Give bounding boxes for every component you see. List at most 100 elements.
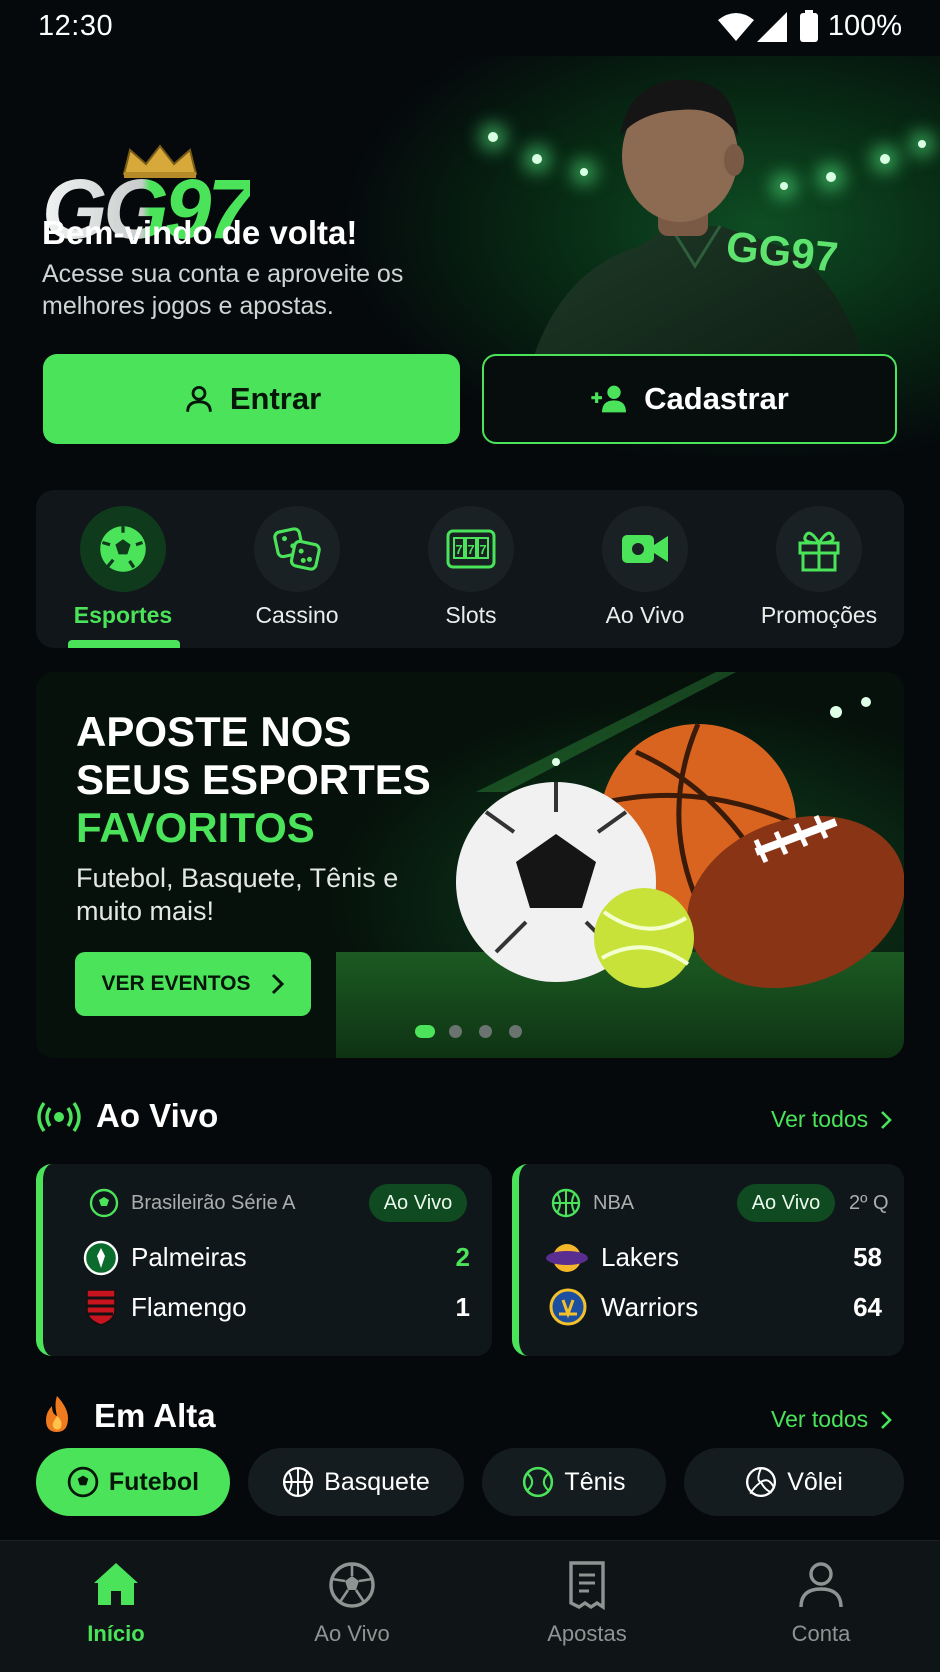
- basketball-icon: [551, 1188, 581, 1218]
- fire-icon: [46, 1396, 68, 1432]
- category-label: Cassino: [255, 602, 339, 628]
- login-button[interactable]: Entrar: [43, 354, 460, 444]
- nav-label: Início: [87, 1621, 145, 1646]
- chevron-right-icon: [881, 1410, 893, 1429]
- register-button[interactable]: Cadastrar: [482, 354, 897, 444]
- promo-banner[interactable]: APOSTE NOS SEUS ESPORTES FAVORITOS Futeb…: [36, 672, 904, 1058]
- match-period: 2º Q: [849, 1192, 889, 1214]
- carousel-dot[interactable]: [449, 1025, 462, 1038]
- category-tabs: Esportes Cassino 7 7 7 Slots Ao Vivo Pro…: [36, 490, 904, 648]
- filter-chip-basquete[interactable]: Basquete: [248, 1448, 464, 1516]
- see-all-label: Ver todos: [771, 1406, 869, 1432]
- league-name: NBA: [593, 1192, 635, 1214]
- svg-text:7: 7: [479, 542, 486, 557]
- slot-machine-icon: 7 7 7: [446, 529, 496, 569]
- flamengo-crest-icon: [86, 1289, 116, 1326]
- team-name: Palmeiras: [131, 1242, 247, 1272]
- svg-text:7: 7: [455, 542, 462, 557]
- chip-label: Vôlei: [787, 1467, 843, 1496]
- category-label: Promoções: [760, 602, 878, 628]
- team-name: Flamengo: [131, 1292, 247, 1322]
- carousel-dot[interactable]: [479, 1025, 492, 1038]
- view-events-label: VER EVENTOS: [101, 972, 251, 995]
- warriors-logo-icon: [549, 1288, 587, 1326]
- nav-label: Ao Vivo: [314, 1621, 390, 1646]
- home-icon: [94, 1563, 138, 1605]
- soccer-ball-icon: [89, 1188, 119, 1218]
- nav-label: Conta: [791, 1621, 851, 1646]
- battery-icon: [800, 10, 818, 42]
- live-badge: Ao Vivo: [369, 1184, 467, 1222]
- nav-inicio[interactable]: Início: [26, 1559, 206, 1647]
- carousel-dot[interactable]: [509, 1025, 522, 1038]
- trending-see-all-link[interactable]: Ver todos: [771, 1406, 893, 1433]
- wifi-icon: [718, 13, 754, 41]
- status-bar: 12:30 100%: [0, 0, 940, 56]
- trending-section-title: Em Alta: [94, 1397, 216, 1434]
- chevron-right-icon: [271, 973, 284, 995]
- live-badge: Ao Vivo: [737, 1184, 835, 1222]
- chip-label: Futebol: [108, 1467, 200, 1496]
- nav-label: Apostas: [547, 1621, 627, 1646]
- login-label: Entrar: [229, 381, 322, 416]
- bet-slip-icon: [569, 1561, 605, 1611]
- banner-title-highlight: FAVORITOS: [76, 804, 315, 851]
- battery-percentage: 100%: [827, 10, 902, 42]
- category-promocoes[interactable]: Promoções: [732, 506, 906, 648]
- sports-balls-illustration: [456, 723, 904, 989]
- live-match-card[interactable]: NBA Ao Vivo 2º Q Lakers 58 Warriors 64: [512, 1164, 904, 1356]
- team-score: 58: [853, 1242, 882, 1272]
- status-time: 12:30: [38, 10, 114, 42]
- nav-conta[interactable]: Conta: [731, 1559, 911, 1647]
- chip-label: Basquete: [324, 1467, 430, 1496]
- soccer-ball-icon: [67, 1466, 99, 1498]
- basketball-icon: [283, 1466, 314, 1498]
- banner-subtitle: Futebol, Basquete, Tênis e muito mais!: [76, 863, 399, 926]
- see-all-label: Ver todos: [771, 1106, 869, 1132]
- palmeiras-crest-icon: [83, 1240, 119, 1276]
- filter-chip-volei[interactable]: Vôlei: [684, 1448, 904, 1516]
- bottom-navigation: Início Ao Vivo Apostas Conta: [0, 1540, 940, 1672]
- user-account-icon: [799, 1562, 843, 1608]
- lakers-logo-icon: [546, 1244, 588, 1272]
- category-esportes[interactable]: Esportes: [36, 506, 210, 648]
- category-label: Ao Vivo: [605, 602, 685, 628]
- svg-text:7: 7: [467, 542, 474, 557]
- gift-icon: [798, 531, 840, 572]
- league-name: Brasileirão Série A: [131, 1192, 296, 1214]
- team-score: 64: [853, 1292, 882, 1322]
- add-user-icon: [591, 385, 627, 413]
- category-cassino[interactable]: Cassino: [210, 506, 384, 648]
- nav-ao-vivo[interactable]: Ao Vivo: [262, 1559, 442, 1647]
- filter-chip-futebol[interactable]: Futebol: [36, 1448, 230, 1516]
- volleyball-icon: [746, 1466, 777, 1498]
- chip-label: Tênis: [564, 1467, 626, 1496]
- welcome-heading: Bem-vindo de volta!: [42, 214, 358, 251]
- live-match-card[interactable]: Brasileirão Série A Ao Vivo Palmeiras 2 …: [36, 1164, 492, 1356]
- live-broadcast-icon: [37, 1102, 81, 1132]
- live-see-all-link[interactable]: Ver todos: [771, 1106, 893, 1133]
- carousel-dot-active[interactable]: [415, 1025, 435, 1038]
- team-score: 1: [455, 1292, 470, 1322]
- view-events-button[interactable]: VER EVENTOS: [75, 952, 311, 1016]
- banner-title-line1: APOSTE NOS: [76, 708, 352, 755]
- live-section-title: Ao Vivo: [96, 1097, 219, 1134]
- nav-apostas[interactable]: Apostas: [497, 1559, 677, 1647]
- category-ao-vivo[interactable]: Ao Vivo: [558, 506, 732, 648]
- team-name: Lakers: [601, 1242, 680, 1272]
- category-slots[interactable]: 7 7 7 Slots: [384, 506, 558, 648]
- soccer-ball-icon: [329, 1562, 375, 1608]
- banner-title-line2: SEUS ESPORTES: [76, 756, 431, 803]
- user-icon: [186, 385, 212, 412]
- category-label: Esportes: [73, 602, 173, 628]
- active-tab-indicator: [68, 640, 180, 648]
- filter-chip-tenis[interactable]: Tênis: [482, 1448, 666, 1516]
- welcome-subtitle: Acesse sua conta e aproveite os melhores…: [42, 260, 404, 320]
- category-label: Slots: [445, 602, 497, 628]
- tennis-ball-icon: [523, 1466, 554, 1498]
- dice-icon: [273, 527, 321, 571]
- video-camera-icon: [622, 535, 668, 563]
- team-name: Warriors: [601, 1292, 699, 1322]
- chevron-right-icon: [881, 1110, 893, 1129]
- cellular-signal-icon: [757, 12, 787, 42]
